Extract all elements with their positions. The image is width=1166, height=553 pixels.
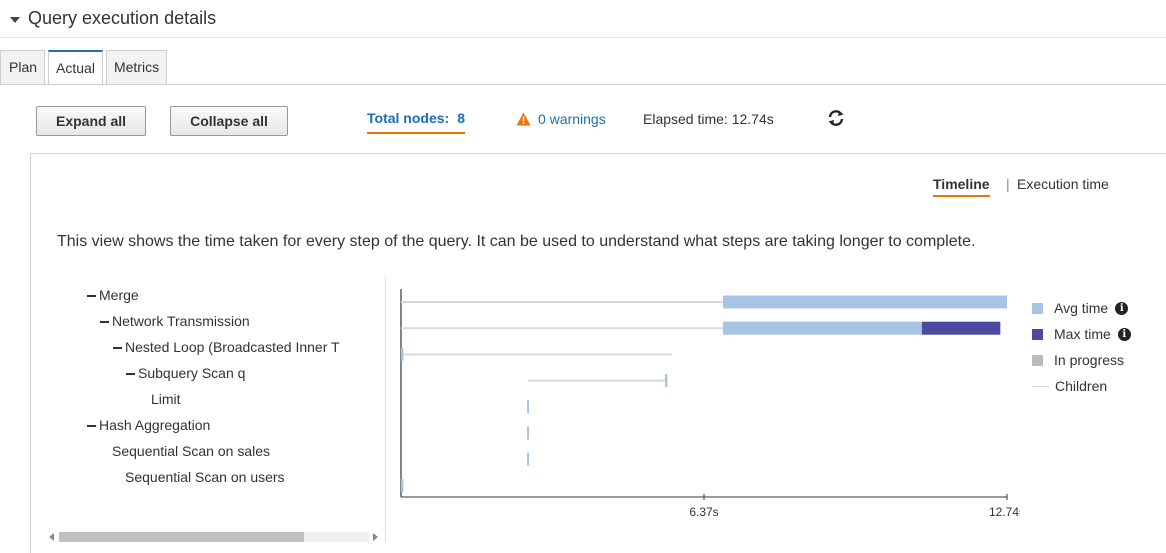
legend-label: Children — [1055, 378, 1108, 394]
avg-time-bar — [401, 478, 404, 492]
collapse-all-button[interactable]: Collapse all — [170, 106, 288, 136]
tree-node[interactable]: Network Transmission — [100, 313, 250, 329]
collapse-icon[interactable] — [113, 347, 122, 350]
tree-node[interactable]: Nested Loop (Broadcasted Inner T — [113, 339, 340, 355]
scroll-left-icon[interactable] — [49, 533, 54, 541]
warnings-link[interactable]: 0 warnings — [516, 111, 606, 127]
legend: Avg time i Max time i In progress Children — [1032, 295, 1131, 399]
elapsed-time: Elapsed time: 12.74s — [643, 111, 774, 127]
execution-time-toggle[interactable]: Execution time — [1017, 176, 1109, 192]
tree-node-label: Network Transmission — [112, 313, 250, 329]
avg-time-bar — [664, 374, 668, 388]
scroll-thumb[interactable] — [59, 532, 304, 542]
avg-time-bar — [723, 321, 922, 335]
refresh-icon[interactable] — [826, 108, 846, 128]
section-title: Query execution details — [28, 8, 217, 28]
tree-node-label: Merge — [99, 287, 139, 303]
divider — [0, 37, 1166, 38]
timeline-chart: 6.37s 12.74s — [400, 289, 1020, 519]
scroll-right-icon[interactable] — [373, 533, 378, 541]
avg-time-bar — [723, 295, 1007, 309]
avg-time-bar — [527, 426, 530, 440]
tab-metrics[interactable]: Metrics — [105, 50, 168, 84]
info-icon[interactable]: i — [1115, 301, 1129, 315]
avg-time-bar — [401, 347, 404, 361]
tab-plan[interactable]: Plan — [0, 50, 46, 84]
tree-node-label: Sequential Scan on sales — [112, 443, 270, 459]
total-nodes-label: Total nodes: — [367, 110, 450, 126]
avg-time-bar — [527, 400, 530, 414]
expand-all-button[interactable]: Expand all — [36, 106, 146, 136]
tree-node[interactable]: Limit — [151, 391, 181, 407]
collapse-icon[interactable] — [87, 295, 96, 298]
tab-actual[interactable]: Actual — [48, 50, 103, 85]
tree-node-label: Nested Loop (Broadcasted Inner T — [125, 339, 340, 355]
toggle-separator: | — [1006, 176, 1010, 192]
legend-label: Avg time — [1054, 300, 1109, 316]
tree-node-label: Sequential Scan on users — [125, 469, 285, 485]
tree-node[interactable]: Subquery Scan q — [126, 365, 245, 381]
tree-node-label: Limit — [151, 391, 181, 407]
tree-divider — [385, 277, 386, 542]
warning-icon — [516, 112, 531, 126]
legend-line-swatch — [1033, 385, 1049, 387]
legend-swatch — [1032, 302, 1043, 314]
legend-item: Children — [1032, 373, 1131, 399]
section-header[interactable]: Query execution details — [10, 8, 216, 29]
tree-node[interactable]: Sequential Scan on users — [125, 469, 285, 485]
legend-swatch — [1032, 328, 1043, 340]
x-tick-label: 12.74s — [989, 505, 1020, 519]
total-nodes[interactable]: Total nodes: 8 — [367, 110, 465, 134]
tree-node[interactable]: Merge — [87, 287, 139, 303]
max-time-bar — [921, 321, 1001, 335]
tab-bar: Plan Actual Metrics — [0, 50, 170, 85]
tree-node-label: Hash Aggregation — [99, 417, 211, 433]
tabs-divider — [0, 84, 1166, 85]
collapse-icon[interactable] — [87, 425, 96, 428]
collapse-icon[interactable] — [126, 373, 135, 376]
tree-node-label: Subquery Scan q — [138, 365, 246, 381]
tree-node[interactable]: Hash Aggregation — [87, 417, 210, 433]
legend-swatch — [1032, 354, 1043, 366]
legend-item: In progress — [1032, 347, 1131, 373]
info-icon[interactable]: i — [1117, 327, 1131, 341]
x-tick-label: 6.37s — [689, 505, 718, 519]
timeline-toggle[interactable]: Timeline — [933, 176, 990, 197]
collapse-icon[interactable] — [100, 321, 109, 324]
legend-item: Max time i — [1032, 321, 1131, 347]
horizontal-scrollbar[interactable] — [45, 530, 386, 544]
legend-label: Max time — [1054, 326, 1111, 342]
avg-time-bar — [527, 452, 530, 466]
legend-item: Avg time i — [1032, 295, 1131, 321]
timeline-description: This view shows the time taken for every… — [57, 233, 976, 250]
tree-node[interactable]: Sequential Scan on sales — [112, 443, 270, 459]
total-nodes-value: 8 — [457, 110, 465, 126]
plan-tree: Merge Network Transmission Nested Loop (Br… — [57, 277, 386, 542]
legend-label: In progress — [1054, 352, 1125, 368]
warnings-label: 0 warnings — [538, 111, 606, 127]
caret-down-icon[interactable] — [10, 16, 20, 23]
